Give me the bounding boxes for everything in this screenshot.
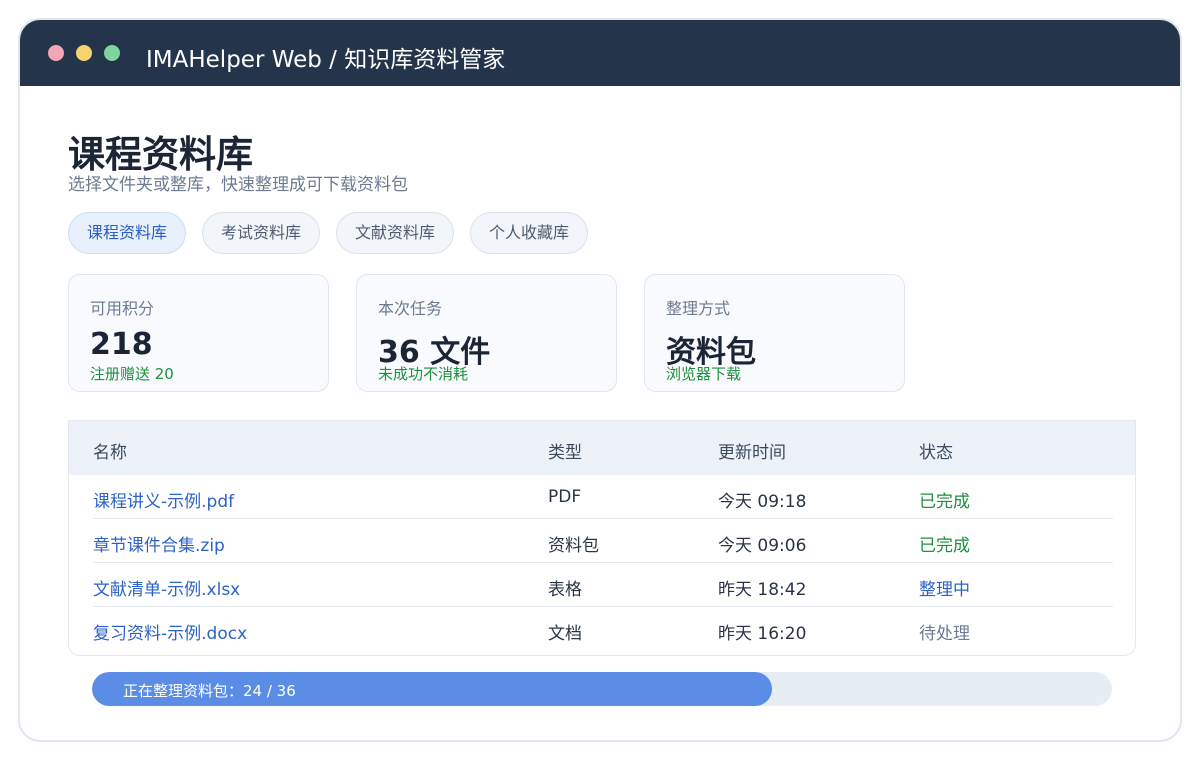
progress-label: 正在整理资料包：24 / 36: [123, 682, 296, 700]
status-badge: 整理中: [919, 580, 970, 600]
file-updated-time: 昨天 16:20: [718, 624, 807, 644]
app-window: IMAHelper Web / 知识库资料管家 课程资料库 选择文件夹或整库，快…: [18, 18, 1182, 742]
table-row[interactable]: 课程讲义-示例.pdf PDF 今天 09:18 已完成: [69, 475, 1135, 519]
file-name-link[interactable]: 章节课件合集.zip: [93, 531, 225, 556]
table-row[interactable]: 章节课件合集.zip 资料包 今天 09:06 已完成: [69, 519, 1135, 563]
column-header-type[interactable]: 类型: [548, 438, 582, 463]
file-updated-time: 今天 09:18: [718, 492, 807, 512]
stat-card-note: 注册赠送 20: [90, 365, 174, 383]
file-updated-time: 今天 09:06: [718, 536, 807, 556]
tab-literature-library[interactable]: 文献资料库: [336, 212, 455, 254]
title-bar: IMAHelper Web / 知识库资料管家: [20, 20, 1180, 86]
stat-card-value: 218: [90, 327, 153, 362]
tab-exam-library[interactable]: 考试资料库: [202, 212, 321, 254]
library-tabs: 课程资料库 考试资料库 文献资料库 个人收藏库: [68, 212, 589, 254]
status-badge: 已完成: [919, 536, 970, 556]
column-header-updated[interactable]: 更新时间: [718, 438, 786, 463]
tab-personal-favorites[interactable]: 个人收藏库: [470, 212, 589, 254]
stat-card-label: 整理方式: [666, 299, 731, 318]
tab-course-library[interactable]: 课程资料库: [68, 212, 187, 254]
packaging-progress-bar: 正在整理资料包：24 / 36: [92, 672, 1112, 706]
stat-card-points: 可用积分 218 注册赠送 20: [68, 274, 329, 392]
file-name-link[interactable]: 课程讲义-示例.pdf: [93, 487, 234, 512]
file-table: 名称 类型 更新时间 状态 课程讲义-示例.pdf PDF 今天 09:18 已…: [68, 420, 1136, 656]
column-header-status[interactable]: 状态: [919, 438, 953, 463]
table-row[interactable]: 文献清单-示例.xlsx 表格 昨天 18:42 整理中: [69, 563, 1135, 607]
table-row[interactable]: 复习资料-示例.docx 文档 昨天 16:20 待处理: [69, 607, 1135, 651]
table-header: 名称 类型 更新时间 状态: [69, 421, 1135, 475]
close-window-button[interactable]: [48, 45, 64, 61]
maximize-window-button[interactable]: [104, 45, 120, 61]
column-header-name[interactable]: 名称: [93, 438, 127, 463]
file-type: 文档: [548, 624, 582, 644]
stat-card-note: 浏览器下载: [666, 365, 742, 383]
file-type: 表格: [548, 580, 582, 600]
stat-card-label: 本次任务: [378, 299, 443, 318]
page-subtitle: 选择文件夹或整库，快速整理成可下载资料包: [68, 175, 408, 195]
file-type: 资料包: [548, 536, 599, 556]
file-type: PDF: [548, 487, 582, 507]
file-name-link[interactable]: 复习资料-示例.docx: [93, 619, 247, 644]
status-badge: 已完成: [919, 492, 970, 512]
stat-card-method: 整理方式 资料包 浏览器下载: [644, 274, 905, 392]
stat-card-task: 本次任务 36 文件 未成功不消耗: [356, 274, 617, 392]
status-badge: 待处理: [919, 624, 970, 644]
stat-card-note: 未成功不消耗: [378, 365, 469, 383]
window-title: IMAHelper Web / 知识库资料管家: [146, 47, 506, 73]
minimize-window-button[interactable]: [76, 45, 92, 61]
stat-card-label: 可用积分: [90, 299, 155, 318]
file-name-link[interactable]: 文献清单-示例.xlsx: [93, 575, 240, 600]
file-updated-time: 昨天 18:42: [718, 580, 807, 600]
